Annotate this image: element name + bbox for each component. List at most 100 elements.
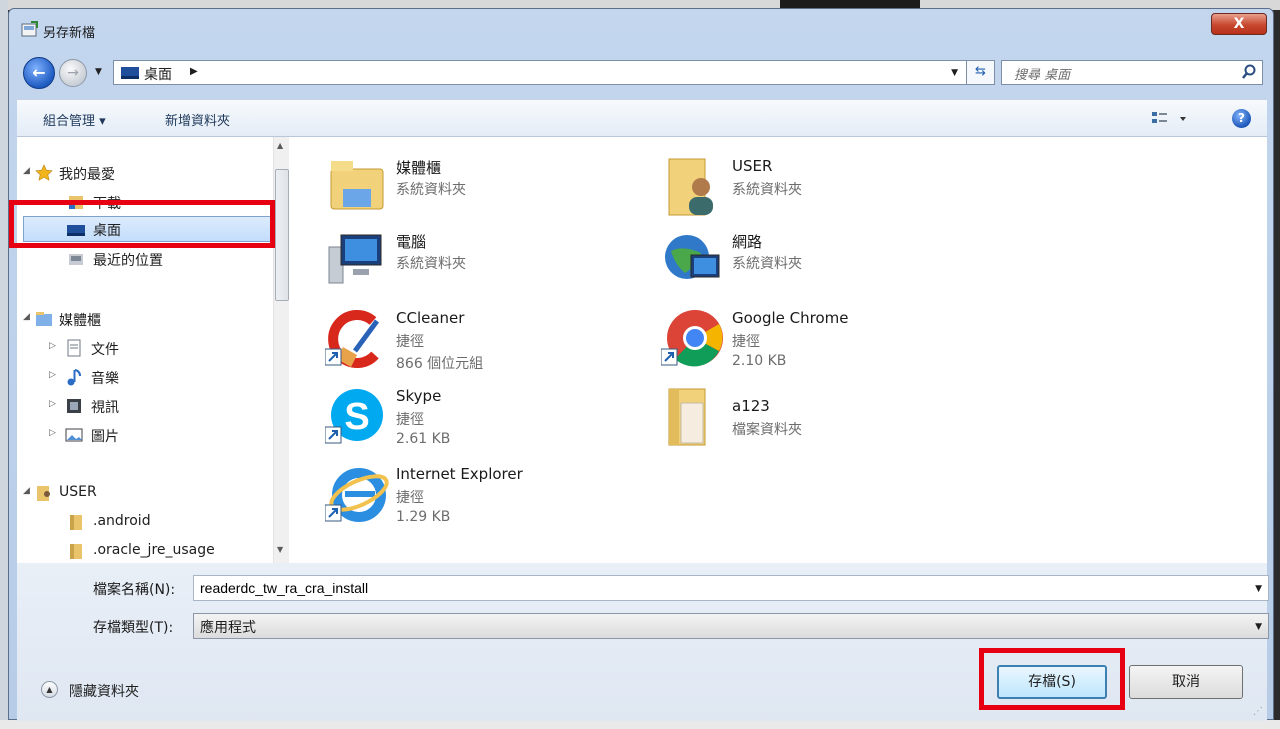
- item-ie[interactable]: Internet Explorer 捷徑 1.29 KB: [289, 463, 619, 533]
- expanded-arrow-icon[interactable]: ◢: [23, 166, 30, 176]
- cancel-button[interactable]: 取消: [1129, 665, 1243, 699]
- user-folder-icon: [37, 486, 50, 501]
- command-bar: 組合管理 ▾ 新增資料夾 ?: [17, 99, 1267, 137]
- collapsed-arrow-icon[interactable]: ▷: [49, 399, 56, 409]
- forward-button[interactable]: →: [59, 59, 87, 87]
- filename-dropdown-icon[interactable]: ▼: [1255, 584, 1262, 594]
- hide-folders-label[interactable]: 隱藏資料夾: [69, 681, 139, 701]
- filename-input[interactable]: [200, 577, 1240, 599]
- libraries-icon: [36, 312, 52, 326]
- svg-text:S: S: [344, 396, 369, 438]
- back-button[interactable]: ←: [23, 57, 55, 89]
- star-icon: [35, 164, 53, 181]
- scroll-down-arrow-icon[interactable]: ▼: [277, 545, 283, 554]
- nav-libraries-label: 媒體櫃: [59, 313, 101, 329]
- folder-icon: [70, 515, 82, 530]
- close-button[interactable]: X: [1211, 13, 1267, 35]
- filename-field[interactable]: ▼: [193, 575, 1269, 601]
- resize-grip-icon[interactable]: ⋰: [1253, 706, 1263, 717]
- nav-recent[interactable]: 最近的位置: [17, 247, 273, 271]
- nav-libraries[interactable]: ◢ 媒體櫃: [17, 307, 273, 331]
- network-icon: [665, 235, 720, 279]
- address-dropdown-icon[interactable]: ▼: [951, 68, 958, 78]
- item-name: Internet Explorer: [396, 465, 523, 483]
- scroll-up-arrow-icon[interactable]: ▲: [277, 141, 283, 150]
- user-folder-icon: [668, 158, 713, 216]
- nav-favorites-label: 我的最愛: [59, 167, 115, 183]
- scrollbar-thumb[interactable]: [275, 169, 289, 301]
- nav-user[interactable]: ◢ USER: [17, 481, 273, 505]
- new-folder-button[interactable]: 新增資料夾: [165, 110, 230, 129]
- nav-music[interactable]: ▷ 音樂: [17, 365, 273, 389]
- nav-videos[interactable]: ▷ 視訊: [17, 394, 273, 418]
- filetype-select[interactable]: 應用程式 ▼: [193, 613, 1269, 639]
- item-chrome[interactable]: Google Chrome 捷徑 2.10 KB: [625, 307, 955, 377]
- item-type: 捷徑: [396, 412, 424, 428]
- documents-icon: [67, 339, 81, 357]
- view-options-icon[interactable]: [1150, 109, 1192, 129]
- item-name: a123: [732, 397, 770, 415]
- item-network[interactable]: 網路 系統資料夾: [625, 229, 955, 299]
- filetype-dropdown-icon[interactable]: ▼: [1255, 622, 1262, 632]
- search-placeholder[interactable]: 搜尋 桌面: [1014, 64, 1070, 83]
- change-view-button[interactable]: [1150, 109, 1192, 129]
- nav-videos-label: 視訊: [91, 400, 119, 416]
- item-user[interactable]: USER 系統資料夾: [625, 155, 955, 225]
- nav-user-label: USER: [59, 484, 97, 500]
- filetype-value[interactable]: 應用程式: [200, 617, 256, 637]
- nav-downloads[interactable]: 下載: [17, 190, 273, 214]
- nav-oracle-label: .oracle_jre_usage: [93, 542, 215, 558]
- help-button[interactable]: ?: [1232, 109, 1251, 128]
- expanded-arrow-icon[interactable]: ◢: [23, 312, 30, 322]
- nav-pictures[interactable]: ▷ 圖片: [17, 423, 273, 447]
- address-location[interactable]: 桌面: [144, 64, 172, 84]
- item-a123[interactable]: a123 檔案資料夾: [625, 385, 955, 455]
- item-size: 1.29 KB: [396, 509, 451, 525]
- nav-oracle[interactable]: .oracle_jre_usage: [17, 539, 273, 563]
- expanded-arrow-icon[interactable]: ◢: [23, 486, 30, 496]
- nav-desktop-label: 桌面: [93, 223, 121, 239]
- collapsed-arrow-icon[interactable]: ▷: [49, 341, 56, 351]
- filename-label: 檔案名稱(N):: [93, 582, 176, 598]
- nav-scrollbar[interactable]: ▲ ▼: [273, 137, 289, 563]
- folder-icon: [70, 544, 82, 559]
- item-size: 2.61 KB: [396, 431, 451, 447]
- item-type: 系統資料夾: [732, 182, 802, 198]
- item-size: 866 個位元組: [396, 356, 484, 372]
- nav-android[interactable]: .android: [17, 510, 273, 534]
- search-icon[interactable]: [1241, 64, 1257, 80]
- item-name: 網路: [732, 233, 763, 251]
- chevron-right-icon[interactable]: ▶: [190, 66, 198, 77]
- video-icon: [67, 399, 81, 413]
- collapsed-arrow-icon[interactable]: ▷: [49, 428, 56, 438]
- item-libraries[interactable]: 媒體櫃 系統資料夾: [289, 155, 619, 225]
- item-ccleaner[interactable]: CCleaner 捷徑 866 個位元組: [289, 307, 619, 377]
- item-name: Google Chrome: [732, 309, 849, 327]
- music-icon: [67, 369, 81, 386]
- nav-favorites[interactable]: ◢ 我的最愛: [17, 161, 273, 185]
- recent-pages-dropdown-icon[interactable]: ▼: [95, 67, 102, 77]
- organize-menu[interactable]: 組合管理 ▾: [43, 110, 106, 129]
- title-bar: 另存新檔 X: [9, 9, 1273, 45]
- nav-downloads-label: 下載: [93, 196, 121, 212]
- save-as-icon: [21, 21, 38, 37]
- nav-recent-label: 最近的位置: [93, 253, 163, 269]
- item-name: USER: [732, 157, 773, 175]
- item-type: 檔案資料夾: [732, 422, 802, 438]
- collapsed-arrow-icon[interactable]: ▷: [49, 370, 56, 380]
- save-button[interactable]: 存檔(S): [997, 665, 1107, 699]
- collapse-up-icon[interactable]: ▲: [41, 681, 58, 698]
- address-bar[interactable]: 桌面 ▶ ▼: [113, 60, 967, 85]
- item-type: 捷徑: [396, 334, 424, 350]
- nav-documents[interactable]: ▷ 文件: [17, 336, 273, 360]
- desktop-icon: [121, 67, 139, 79]
- refresh-button[interactable]: ⇆: [967, 60, 995, 85]
- search-box[interactable]: 搜尋 桌面: [1001, 60, 1263, 85]
- item-type: 捷徑: [732, 334, 760, 350]
- item-skype[interactable]: S Skype 捷徑 2.61 KB: [289, 385, 619, 455]
- filetype-label: 存檔類型(T):: [93, 620, 174, 636]
- item-computer[interactable]: 電腦 系統資料夾: [289, 229, 619, 299]
- recent-places-icon: [69, 254, 83, 265]
- nav-desktop[interactable]: 桌面: [23, 216, 275, 242]
- item-name: CCleaner: [396, 309, 465, 327]
